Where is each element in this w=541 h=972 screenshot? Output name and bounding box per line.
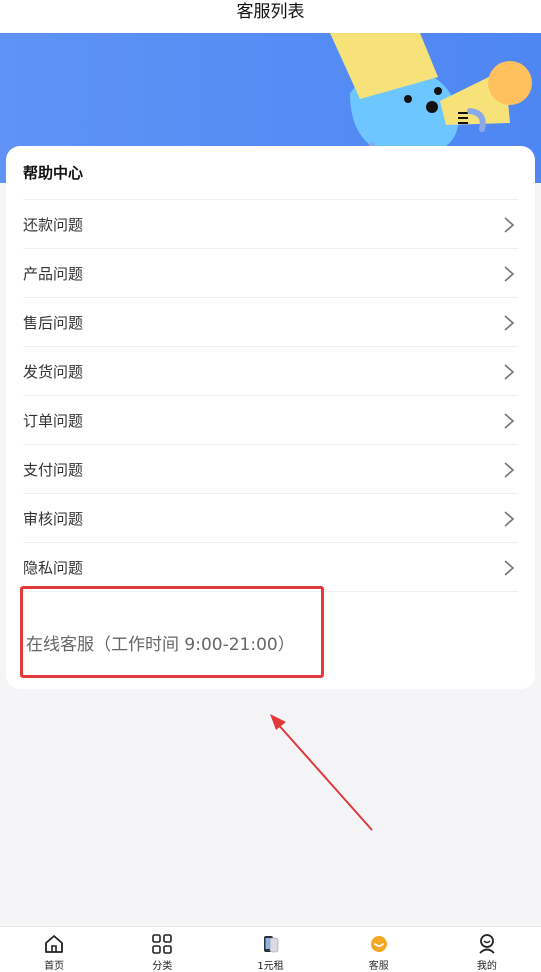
help-item-repayment[interactable]: 还款问题 xyxy=(23,199,518,248)
tab-service[interactable]: 客服 xyxy=(325,927,433,972)
chevron-right-icon xyxy=(504,315,515,331)
page-title: 客服列表 xyxy=(236,2,305,22)
tab-home[interactable]: 首页 xyxy=(0,927,108,972)
tab-mine[interactable]: 我的 xyxy=(433,927,541,972)
chevron-right-icon xyxy=(504,413,515,429)
phone-icon xyxy=(263,936,278,953)
grid-icon xyxy=(152,934,173,954)
help-item-label: 还款问题 xyxy=(23,216,84,234)
chevron-right-icon xyxy=(504,364,515,380)
help-center-card: 帮助中心 还款问题 产品问题 售后问题 发货问题 订单问题 支付问题 审核问题 xyxy=(6,146,535,689)
help-item-label: 审核问题 xyxy=(23,510,84,528)
tab-one-yuan-rent[interactable]: 1元租 xyxy=(216,927,324,972)
top-bar: 客服列表 xyxy=(0,0,541,33)
chevron-right-icon xyxy=(504,560,515,576)
chevron-right-icon xyxy=(504,511,515,527)
chevron-right-icon xyxy=(504,217,515,233)
tab-label: 客服 xyxy=(368,961,389,972)
tab-label: 分类 xyxy=(152,961,173,972)
tab-label: 我的 xyxy=(476,961,497,972)
help-item-label: 订单问题 xyxy=(23,412,84,430)
chevron-right-icon xyxy=(504,266,515,282)
tab-label: 1元租 xyxy=(257,961,284,972)
help-list: 还款问题 产品问题 售后问题 发货问题 订单问题 支付问题 审核问题 隐私问题 xyxy=(23,199,518,592)
help-item-privacy[interactable]: 隐私问题 xyxy=(23,542,518,591)
help-item-label: 售后问题 xyxy=(23,314,84,332)
user-icon xyxy=(479,934,495,954)
tab-category[interactable]: 分类 xyxy=(108,927,216,972)
help-item-label: 隐私问题 xyxy=(23,559,84,577)
home-icon xyxy=(45,935,63,953)
help-item-review[interactable]: 审核问题 xyxy=(23,493,518,542)
online-service-text[interactable]: 在线客服（工作时间 9:00-21:00） xyxy=(26,630,295,655)
chevron-right-icon xyxy=(504,462,515,478)
help-item-shipping[interactable]: 发货问题 xyxy=(23,346,518,395)
annotation-arrow xyxy=(270,714,373,831)
help-item-after-sales[interactable]: 售后问题 xyxy=(23,297,518,346)
help-item-order[interactable]: 订单问题 xyxy=(23,395,518,444)
help-item-payment[interactable]: 支付问题 xyxy=(23,444,518,493)
help-item-label: 支付问题 xyxy=(23,461,84,479)
tab-label: 首页 xyxy=(44,961,65,972)
bottom-tab-bar: 首页 分类 1元租 客服 我的 xyxy=(0,926,541,972)
smile-icon xyxy=(370,936,387,952)
help-item-label: 发货问题 xyxy=(23,363,84,381)
help-item-label: 产品问题 xyxy=(23,265,84,283)
help-center-title: 帮助中心 xyxy=(23,164,84,182)
online-service-highlight[interactable]: 在线客服（工作时间 9:00-21:00） xyxy=(20,586,324,678)
help-item-product[interactable]: 产品问题 xyxy=(23,248,518,297)
